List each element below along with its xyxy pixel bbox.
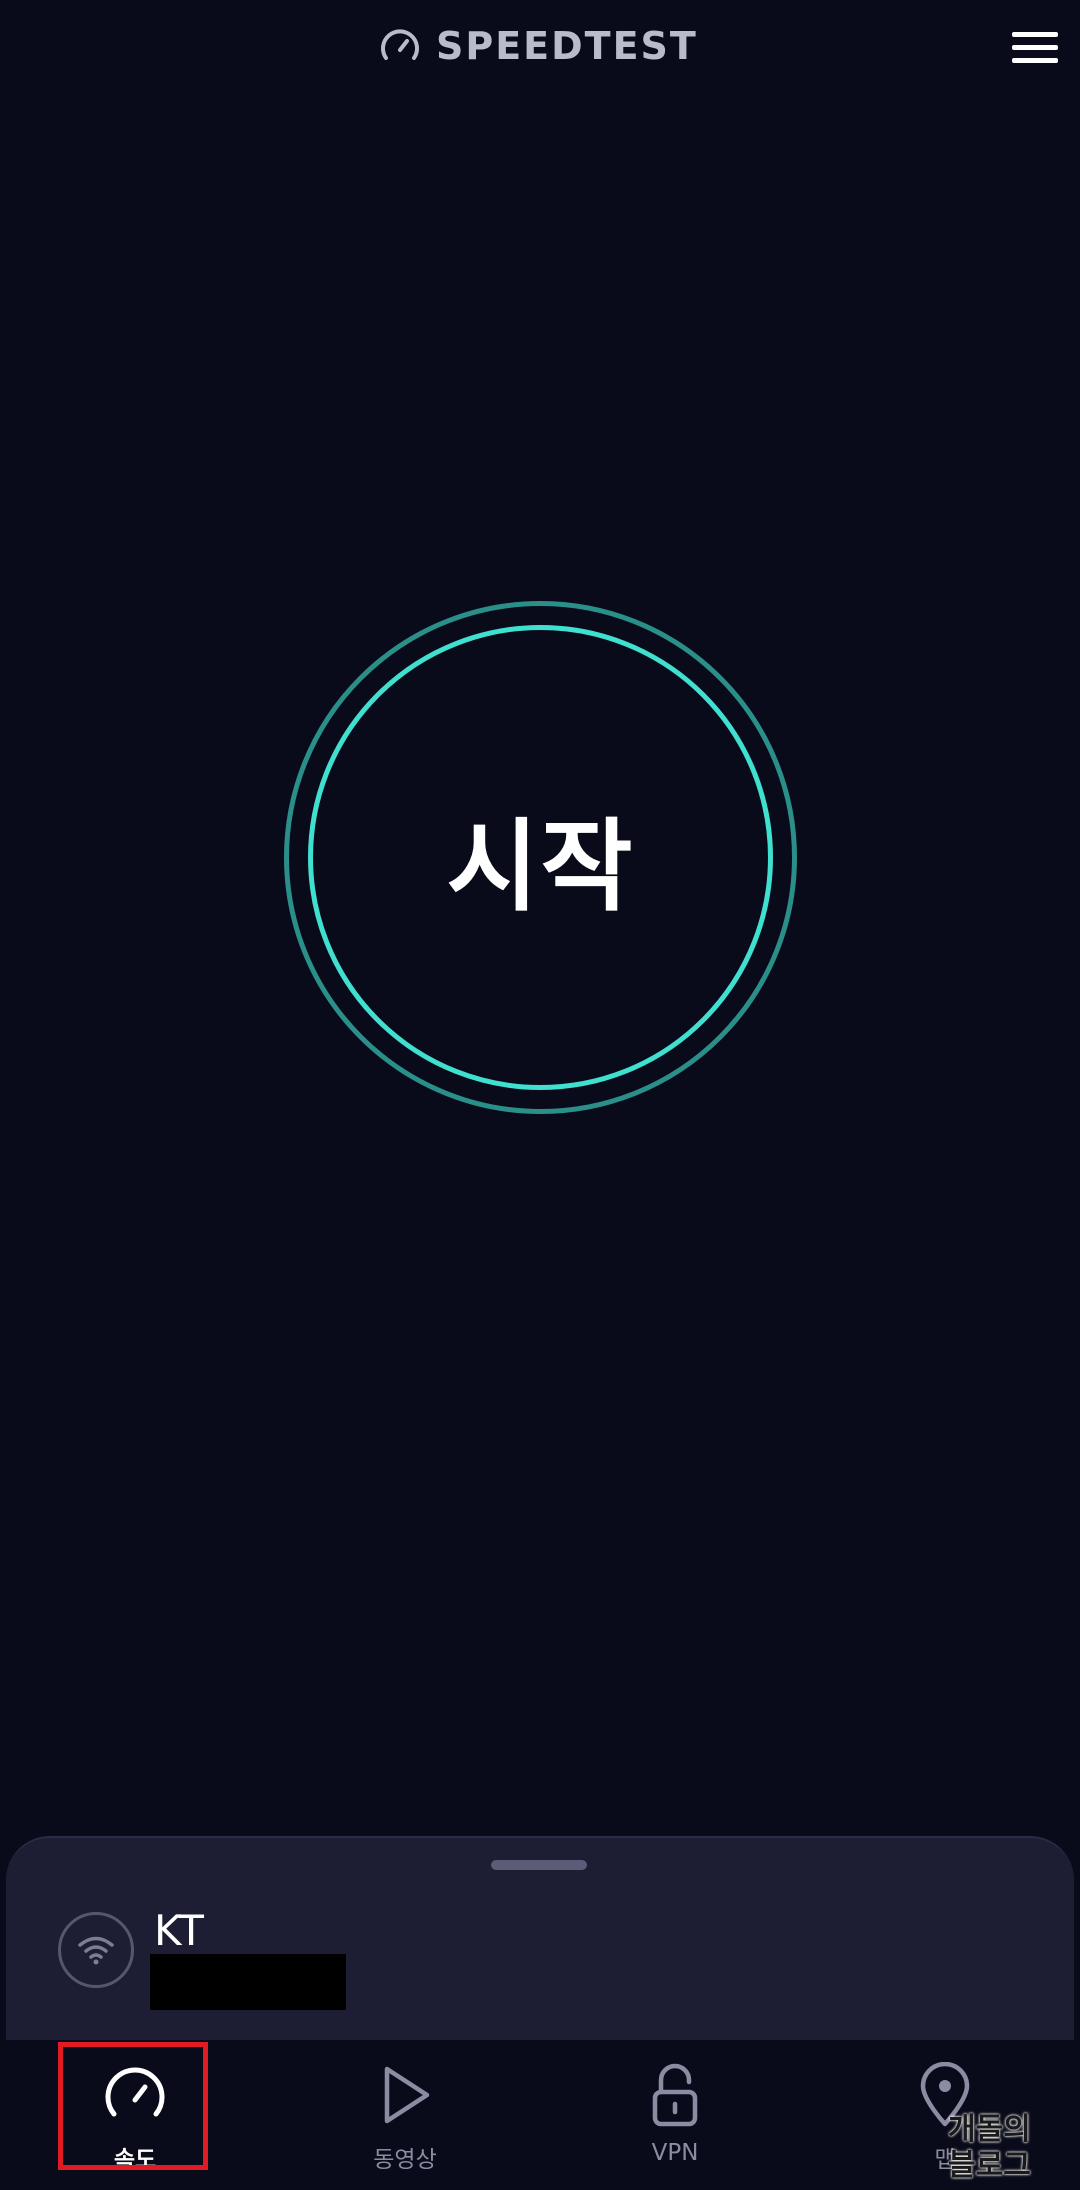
sheet-drag-handle[interactable] — [491, 1860, 587, 1870]
bottom-nav: 속도 동영상 VPN 맵 — [0, 2040, 1080, 2190]
blog-watermark: 개돌의 블로그 — [948, 2112, 1078, 2184]
speedtest-app: SPEEDTEST 시작 KT 속도 동영상 VPN 맵 개돌의 블로그 — [0, 0, 1080, 2190]
nav-label: 동영상 — [373, 2147, 437, 2173]
speedometer-icon — [100, 2060, 170, 2130]
nav-item-vpn[interactable]: VPN — [540, 2040, 810, 2190]
logo-text: SPEEDTEST — [436, 24, 698, 68]
hamburger-menu-icon — [1012, 32, 1058, 63]
play-icon — [370, 2060, 440, 2130]
watermark-line-1: 개돌의 — [948, 2112, 1031, 2147]
nav-label: 속도 — [113, 2147, 157, 2173]
speedtest-logo: SPEEDTEST — [378, 20, 698, 72]
speedometer-icon — [378, 24, 422, 68]
app-header: SPEEDTEST — [0, 0, 1080, 96]
redacted-info — [150, 1954, 346, 2010]
nav-item-video[interactable]: 동영상 — [270, 2040, 540, 2190]
unlock-icon — [640, 2060, 710, 2130]
connection-sheet: KT — [6, 1836, 1074, 2058]
start-label: 시작 — [446, 808, 635, 925]
nav-item-speed[interactable]: 속도 — [0, 2040, 270, 2190]
provider-name: KT — [154, 1906, 204, 1955]
menu-button[interactable] — [1010, 28, 1060, 68]
watermark-line-2: 블로그 — [948, 2148, 1031, 2183]
nav-label: VPN — [651, 2140, 699, 2166]
start-button[interactable]: 시작 — [283, 600, 798, 1115]
wifi-icon — [58, 1912, 134, 1988]
